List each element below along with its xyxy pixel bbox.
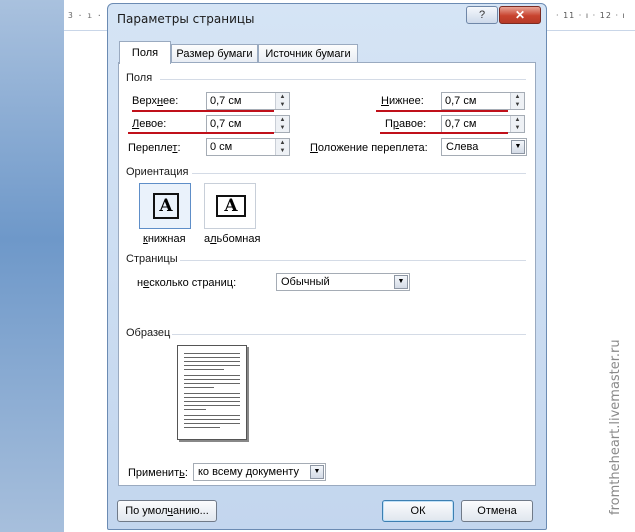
gutter-label: Переплет: xyxy=(128,142,181,154)
preview-line xyxy=(184,375,240,376)
left-margin-label: Левое: xyxy=(132,118,167,130)
chevron-down-icon[interactable]: ▼ xyxy=(310,465,324,479)
chevron-down-icon[interactable]: ▼ xyxy=(511,140,525,154)
bottom-margin-label: Нижнее: xyxy=(381,95,424,107)
right-margin-value[interactable]: 0,7 см xyxy=(445,118,476,130)
top-margin-spinner[interactable]: 0,7 см ▲ ▼ xyxy=(206,92,290,110)
preview-line xyxy=(184,361,240,362)
preview-line xyxy=(184,397,240,398)
margins-section-label: Поля xyxy=(126,72,153,84)
bottom-margin-spinner[interactable]: 0,7 см ▲ ▼ xyxy=(441,92,525,110)
gutter-position-label: Положение переплета: xyxy=(310,142,428,154)
preview-line xyxy=(184,405,240,406)
orientation-separator xyxy=(192,173,526,174)
multiple-pages-select[interactable]: Обычный ▼ xyxy=(276,273,410,291)
preview-line xyxy=(184,427,220,428)
preview-line xyxy=(184,409,206,410)
top-margin-value[interactable]: 0,7 см xyxy=(210,95,241,107)
annotation-underline xyxy=(380,132,508,134)
watermark: fromtheheart.livemaster.ru xyxy=(608,339,623,515)
annotation-underline xyxy=(128,132,274,134)
portrait-button[interactable]: A xyxy=(139,183,191,229)
preview-line xyxy=(184,419,240,420)
spin-down-icon: ▼ xyxy=(279,148,286,154)
preview-line xyxy=(184,365,240,366)
spin-down-icon: ▼ xyxy=(514,125,521,131)
spinner-arrows[interactable]: ▲ ▼ xyxy=(275,116,289,132)
chevron-down-icon[interactable]: ▼ xyxy=(394,275,408,289)
annotation-underline xyxy=(132,110,274,112)
ok-button[interactable]: ОК xyxy=(382,500,454,522)
right-margin-spinner[interactable]: 0,7 см ▲ ▼ xyxy=(441,115,525,133)
tab-margins[interactable]: Поля xyxy=(119,41,171,64)
gutter-value[interactable]: 0 см xyxy=(210,141,232,153)
portrait-label: книжная xyxy=(143,233,186,245)
top-margin-label: Верхнее: xyxy=(132,95,179,107)
tab-paper-size[interactable]: Размер бумаги xyxy=(171,44,258,63)
spin-up-icon: ▲ xyxy=(279,140,286,146)
multiple-pages-label: несколько страниц: xyxy=(137,277,237,289)
orientation-section-label: Ориентация xyxy=(126,166,189,178)
spin-up-icon: ▲ xyxy=(514,117,521,123)
gutter-spinner[interactable]: 0 см ▲ ▼ xyxy=(206,138,290,156)
sample-page-preview xyxy=(177,345,247,440)
bottom-margin-value[interactable]: 0,7 см xyxy=(445,95,476,107)
ruler-right-marks: · 11 · ı · 12 · ı xyxy=(556,11,626,20)
spinner-arrows[interactable]: ▲ ▼ xyxy=(510,116,524,132)
sample-separator xyxy=(172,334,526,335)
sample-section-label: Образец xyxy=(126,327,171,339)
spin-down-icon: ▼ xyxy=(279,125,286,131)
preview-line xyxy=(184,369,224,370)
preview-line xyxy=(184,379,240,380)
spinner-arrows[interactable]: ▲ ▼ xyxy=(275,139,289,155)
gutter-position-select[interactable]: Слева ▼ xyxy=(441,138,527,156)
spin-down-icon: ▼ xyxy=(279,102,286,108)
margins-separator xyxy=(160,79,526,80)
portrait-page-icon: A xyxy=(153,193,179,219)
preview-line xyxy=(184,393,240,394)
landscape-button[interactable]: A xyxy=(204,183,256,229)
pages-separator xyxy=(180,260,526,261)
spinner-arrows[interactable]: ▲ ▼ xyxy=(510,93,524,109)
apply-to-value: ко всему документу xyxy=(198,466,299,478)
spin-up-icon: ▲ xyxy=(279,117,286,123)
dialog-title: Параметры страницы xyxy=(117,12,255,26)
landscape-label: альбомная xyxy=(204,233,261,245)
spin-up-icon: ▲ xyxy=(279,94,286,100)
apply-to-select[interactable]: ко всему документу ▼ xyxy=(193,463,326,481)
preview-line xyxy=(184,415,240,416)
document-background-left xyxy=(0,0,64,532)
close-button[interactable]: ✕ xyxy=(499,6,541,24)
landscape-page-icon: A xyxy=(216,195,246,217)
preview-line xyxy=(184,357,240,358)
preview-line xyxy=(184,383,240,384)
help-button[interactable]: ? xyxy=(466,6,498,24)
spinner-arrows[interactable]: ▲ ▼ xyxy=(275,93,289,109)
left-margin-value[interactable]: 0,7 см xyxy=(210,118,241,130)
preview-line xyxy=(184,353,240,354)
page-setup-dialog: Параметры страницы ? ✕ Поля Размер бумаг… xyxy=(107,3,547,530)
preview-line xyxy=(184,423,240,424)
apply-to-label: Применить: xyxy=(128,467,188,479)
spin-down-icon: ▼ xyxy=(514,102,521,108)
cancel-button[interactable]: Отмена xyxy=(461,500,533,522)
annotation-underline xyxy=(376,110,508,112)
preview-line xyxy=(184,401,240,402)
left-margin-spinner[interactable]: 0,7 см ▲ ▼ xyxy=(206,115,290,133)
spin-up-icon: ▲ xyxy=(514,94,521,100)
tab-paper-source[interactable]: Источник бумаги xyxy=(258,44,358,63)
right-margin-label: Правое: xyxy=(385,118,427,130)
preview-line xyxy=(184,387,214,388)
pages-section-label: Страницы xyxy=(126,253,178,265)
ruler-left-marks: 3 · ı · 2 xyxy=(68,11,112,20)
multiple-pages-value: Обычный xyxy=(281,276,330,288)
gutter-position-value: Слева xyxy=(446,141,479,153)
set-default-button[interactable]: По умолчанию... xyxy=(117,500,217,522)
